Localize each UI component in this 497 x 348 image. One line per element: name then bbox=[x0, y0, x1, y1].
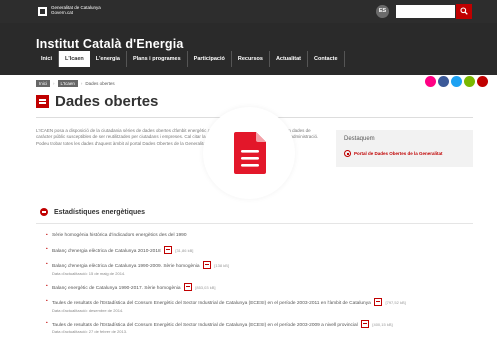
dataset-link[interactable]: Balanç energètic de Catalunya 1990-2017.… bbox=[52, 286, 181, 291]
update-date: Data d'actualització: 27 de febrer de 20… bbox=[52, 329, 128, 334]
dataset-link[interactable]: Sèrie homogènia històrica d'indicadors e… bbox=[52, 233, 187, 238]
featured-heading: Destaquem bbox=[344, 136, 375, 142]
update-date: Data d'actualització: 15 de maig de 2014… bbox=[52, 270, 126, 276]
dataset-list: Sèrie homogènia històrica d'indicadors e… bbox=[46, 232, 471, 335]
breadcrumb-item-licaen[interactable]: L'Icaen bbox=[57, 80, 78, 87]
site-title[interactable]: Institut Català d'Energia bbox=[36, 37, 184, 51]
pdf-icon[interactable] bbox=[202, 261, 211, 269]
pdf-icon[interactable] bbox=[164, 245, 172, 254]
update-date: Data d'actualització: desembre de 2014. bbox=[52, 307, 124, 313]
breadcrumb-item-inici[interactable]: Inici bbox=[36, 80, 51, 87]
social-links bbox=[423, 76, 488, 87]
nav-item-plans-i-programes[interactable]: Plans i programes bbox=[127, 51, 188, 67]
youtube-icon[interactable] bbox=[477, 76, 488, 87]
file-size: [853,03 kB] bbox=[195, 284, 216, 290]
search-button[interactable] bbox=[456, 4, 472, 19]
file-size: [400,15 kB] bbox=[372, 321, 393, 327]
breadcrumb-current: Dades obertes bbox=[85, 81, 115, 86]
flickr-icon[interactable] bbox=[425, 76, 436, 87]
nav-item-lenergia[interactable]: L'energia bbox=[90, 51, 127, 67]
file-size: [138 kB] bbox=[214, 263, 229, 268]
list-item: Sèrie homogènia històrica d'indicadors e… bbox=[46, 232, 471, 240]
page-title: Dades obertes bbox=[55, 93, 159, 110]
nav-item-inici[interactable]: Inici bbox=[35, 51, 60, 67]
collapse-icon[interactable] bbox=[40, 208, 48, 216]
section-header[interactable]: Estadístiques energètiques bbox=[40, 208, 145, 216]
pdf-icon[interactable] bbox=[183, 282, 192, 291]
list-item: Balanç d'energia elèctrica de Catalunya … bbox=[46, 261, 471, 277]
twitter-icon[interactable] bbox=[451, 76, 462, 87]
list-item: Taules de resultats de l'Estadística del… bbox=[46, 298, 471, 314]
dataset-link[interactable]: Taules de resultats de l'Estadística del… bbox=[52, 301, 371, 306]
breadcrumb-separator: › bbox=[80, 81, 83, 86]
page-title-row: Dades obertes bbox=[36, 93, 158, 110]
breadcrumb-separator: › bbox=[53, 81, 55, 86]
external-link-icon bbox=[344, 150, 351, 157]
section-divider bbox=[36, 223, 473, 224]
dataset-link[interactable]: Balanç d'energia elèctrica de Catalunya … bbox=[52, 264, 200, 269]
featured-box: Destaquem Portal de Dades Obertes de la … bbox=[336, 130, 473, 167]
list-item: Taules de resultats de l'Estadística del… bbox=[46, 319, 471, 336]
nav-item-recursos[interactable]: Recursos bbox=[232, 51, 270, 67]
nav-item-contacte[interactable]: Contacte bbox=[308, 51, 345, 67]
nav-item-licaen[interactable]: L'Icaen bbox=[59, 51, 90, 67]
featured-link-row[interactable]: Portal de Dades Obertes de la Generalita… bbox=[344, 150, 443, 157]
file-size: [797,52 kB] bbox=[385, 300, 406, 305]
open-data-portal-link[interactable]: Portal de Dades Obertes de la Generalita… bbox=[354, 151, 443, 156]
main-nav: Inici L'Icaen L'energia Plans i programe… bbox=[35, 51, 345, 67]
gencat-logo-text[interactable]: Generalitat de Catalunya Govern.cat bbox=[51, 5, 111, 15]
gencat-logo[interactable] bbox=[38, 7, 47, 16]
language-button[interactable]: ES bbox=[376, 5, 389, 18]
search-input[interactable] bbox=[396, 5, 455, 18]
facebook-icon[interactable] bbox=[438, 76, 449, 87]
list-item: Balanç energètic de Catalunya 1990-2017.… bbox=[46, 282, 471, 293]
file-size: [31,86 kB] bbox=[175, 247, 194, 253]
document-overlay bbox=[203, 107, 295, 199]
document-icon bbox=[234, 132, 266, 174]
pdf-icon[interactable] bbox=[361, 319, 370, 328]
nav-item-participacio[interactable]: Participació bbox=[188, 51, 232, 67]
dataset-link[interactable]: Balanç d'energia elèctrica de Catalunya … bbox=[52, 249, 161, 254]
breadcrumb: Inici › L'Icaen › Dades obertes bbox=[36, 80, 115, 87]
top-utility-bar: Generalitat de Catalunya Govern.cat ES bbox=[0, 0, 497, 23]
site-header: Institut Català d'Energia bbox=[0, 23, 497, 75]
dataset-link[interactable]: Taules de resultats de l'Estadística del… bbox=[52, 323, 358, 328]
section-title: Estadístiques energètiques bbox=[54, 208, 146, 216]
list-item: Balanç d'energia elèctrica de Catalunya … bbox=[46, 245, 471, 256]
list-icon bbox=[36, 95, 49, 108]
nav-item-actualitat[interactable]: Actualitat bbox=[270, 51, 308, 67]
pdf-icon[interactable] bbox=[374, 298, 383, 306]
search-icon bbox=[460, 7, 468, 15]
flickr-icon[interactable] bbox=[464, 76, 475, 87]
